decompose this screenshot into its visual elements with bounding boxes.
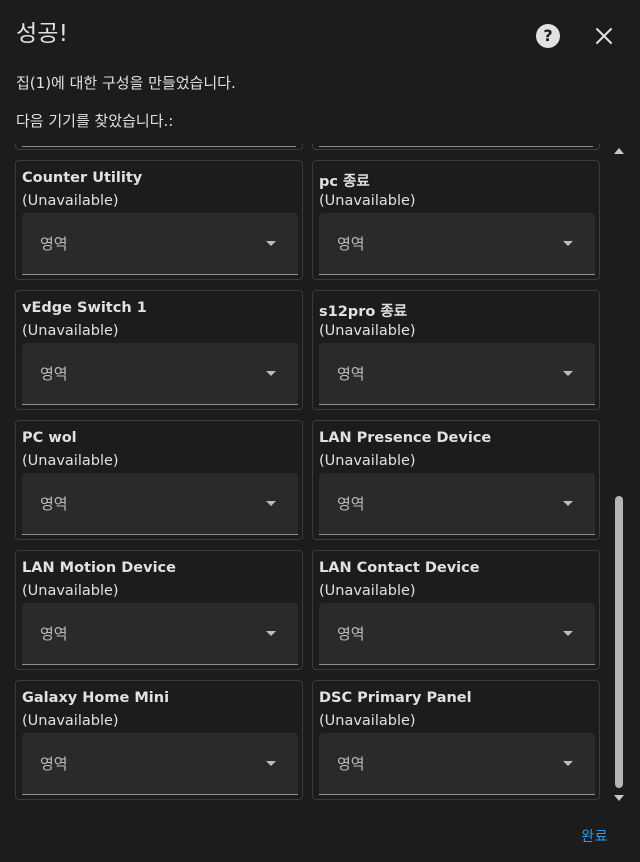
device-card-partial: [15, 144, 303, 150]
dialog-title: 성공!: [16, 21, 69, 47]
device-name: pc 종료: [319, 174, 370, 190]
area-select-label: 영역: [40, 495, 68, 513]
device-status: (Unavailable): [319, 453, 416, 469]
chevron-down-icon: [563, 631, 573, 636]
area-select-label: 영역: [337, 235, 365, 253]
device-card: LAN Motion Device (Unavailable) 영역: [15, 550, 303, 670]
chevron-down-icon: [266, 371, 276, 376]
area-select-label: 영역: [40, 755, 68, 773]
area-select[interactable]: 영역: [22, 343, 298, 405]
scrollbar-thumb[interactable]: [615, 496, 623, 788]
area-select[interactable]: 영역: [22, 473, 298, 535]
area-select[interactable]: 영역: [319, 733, 595, 795]
area-select-label: 영역: [337, 365, 365, 383]
device-status: (Unavailable): [319, 583, 416, 599]
device-name: LAN Presence Device: [319, 430, 492, 446]
area-select-label: 영역: [40, 625, 68, 643]
device-name: PC wol: [22, 430, 77, 446]
area-select[interactable]: 영역: [319, 473, 595, 535]
done-button[interactable]: 완료: [581, 826, 608, 846]
device-name: vEdge Switch 1: [22, 300, 147, 316]
scrollbar[interactable]: [612, 144, 626, 804]
device-name: DSC Primary Panel: [319, 690, 472, 706]
area-select-label: 영역: [337, 755, 365, 773]
device-status: (Unavailable): [22, 193, 119, 209]
area-select-label: 영역: [337, 495, 365, 513]
chevron-down-icon: [563, 501, 573, 506]
device-card: vEdge Switch 1 (Unavailable) 영역: [15, 290, 303, 410]
device-status: (Unavailable): [319, 193, 416, 209]
devices-found-message: 다음 기기를 찾았습니다.:: [16, 112, 174, 130]
device-name: LAN Motion Device: [22, 560, 176, 576]
area-select[interactable]: 영역: [22, 603, 298, 665]
device-status: (Unavailable): [22, 453, 119, 469]
device-list-scroll-area[interactable]: Counter Utility (Unavailable) 영역 pc 종료 (…: [0, 144, 640, 806]
device-name: Galaxy Home Mini: [22, 690, 170, 706]
chevron-down-icon: [266, 761, 276, 766]
device-name: s12pro 종료: [319, 304, 408, 320]
area-select[interactable]: 영역: [319, 213, 595, 275]
device-card: LAN Contact Device (Unavailable) 영역: [312, 550, 600, 670]
device-name: Counter Utility: [22, 170, 143, 186]
success-dialog: 성공! ? 집(1)에 대한 구성을 만들었습니다. 다음 기기를 찾았습니다.…: [0, 0, 640, 862]
device-status: (Unavailable): [22, 713, 119, 729]
created-config-message: 집(1)에 대한 구성을 만들었습니다.: [16, 74, 236, 92]
device-card: Galaxy Home Mini (Unavailable) 영역: [15, 680, 303, 800]
area-select[interactable]: 영역: [319, 343, 595, 405]
area-select-label: 영역: [40, 235, 68, 253]
device-card: LAN Presence Device (Unavailable) 영역: [312, 420, 600, 540]
chevron-down-icon: [266, 631, 276, 636]
scroll-up-arrow-icon[interactable]: [614, 148, 624, 154]
device-status: (Unavailable): [319, 713, 416, 729]
device-status: (Unavailable): [319, 323, 416, 339]
area-select-label: 영역: [337, 625, 365, 643]
device-status: (Unavailable): [22, 323, 119, 339]
area-select[interactable]: 영역: [22, 733, 298, 795]
device-card: Counter Utility (Unavailable) 영역: [15, 160, 303, 280]
chevron-down-icon: [563, 371, 573, 376]
chevron-down-icon: [563, 241, 573, 246]
area-select[interactable]: 영역: [22, 213, 298, 275]
area-select-label: 영역: [40, 365, 68, 383]
help-icon[interactable]: ?: [536, 24, 560, 48]
device-name: LAN Contact Device: [319, 560, 480, 576]
device-status: (Unavailable): [22, 583, 119, 599]
area-select[interactable]: 영역: [319, 603, 595, 665]
scroll-down-arrow-icon[interactable]: [614, 795, 624, 801]
device-card-partial: [312, 144, 600, 150]
device-card: s12pro 종료 (Unavailable) 영역: [312, 290, 600, 410]
close-icon[interactable]: [594, 26, 614, 46]
chevron-down-icon: [266, 241, 276, 246]
device-card: PC wol (Unavailable) 영역: [15, 420, 303, 540]
device-card: pc 종료 (Unavailable) 영역: [312, 160, 600, 280]
chevron-down-icon: [563, 761, 573, 766]
device-grid: Counter Utility (Unavailable) 영역 pc 종료 (…: [15, 160, 600, 800]
chevron-down-icon: [266, 501, 276, 506]
device-card: DSC Primary Panel (Unavailable) 영역: [312, 680, 600, 800]
